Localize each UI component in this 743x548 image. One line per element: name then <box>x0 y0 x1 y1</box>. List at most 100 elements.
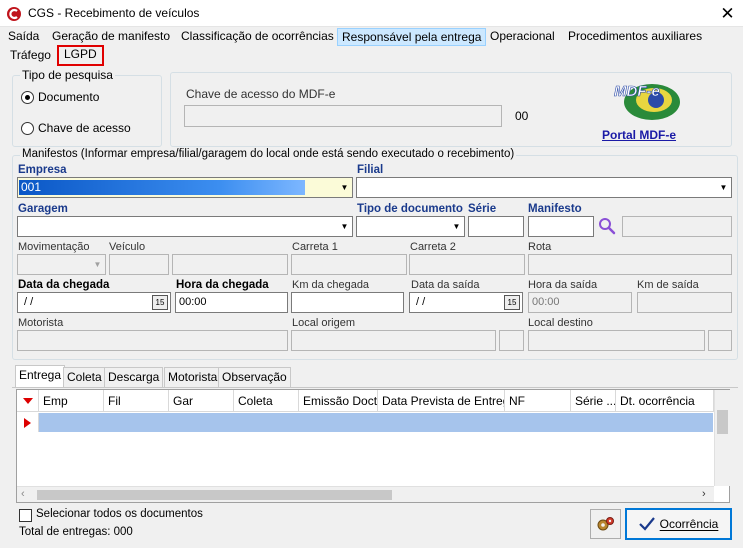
hora-chegada-input[interactable]: 00:00 <box>175 292 288 313</box>
grid-menu-icon[interactable] <box>17 390 39 412</box>
column-header[interactable]: Coleta <box>234 390 299 412</box>
chevron-down-icon[interactable]: ▼ <box>90 255 105 274</box>
calendar-icon[interactable]: 15 <box>504 295 520 310</box>
scrollbar-thumb[interactable] <box>37 490 392 500</box>
garagem-combo[interactable]: ▼ <box>17 216 353 237</box>
ocorrencia-button[interactable]: Ocorrência <box>625 508 732 540</box>
km-chegada-input[interactable] <box>291 292 404 313</box>
select-all-checkbox[interactable] <box>19 509 32 522</box>
table-row[interactable] <box>39 413 713 432</box>
tipo-documento-label: Tipo de documento <box>357 203 463 215</box>
column-header[interactable]: Data Prevista de Entrega <box>378 390 505 412</box>
scroll-left-icon[interactable]: ‹ <box>21 488 25 500</box>
horizontal-scrollbar[interactable]: ‹ › <box>17 486 714 502</box>
tipo-documento-combo[interactable]: ▼ <box>356 216 465 237</box>
carreta1-label: Carreta 1 <box>292 241 338 253</box>
radio-documento[interactable] <box>21 91 34 104</box>
mdfe-logo: MDF-e <box>608 78 686 122</box>
app-logo-icon <box>6 6 22 22</box>
calendar-icon[interactable]: 15 <box>152 295 168 310</box>
carreta1-input[interactable] <box>291 254 407 275</box>
movimentacao-combo[interactable]: ▼ <box>17 254 106 275</box>
chevron-down-icon[interactable]: ▼ <box>337 178 352 197</box>
data-saida-label: Data da saída <box>411 279 480 291</box>
motorista-input[interactable] <box>17 330 288 351</box>
entregas-grid[interactable]: Emp Fil Gar Coleta Emissão Docto Data Pr… <box>16 389 730 503</box>
filial-label: Filial <box>357 164 384 176</box>
search-type-legend: Tipo de pesquisa <box>20 68 115 82</box>
empresa-value: 001 <box>21 180 42 194</box>
serie-label: Série <box>468 203 497 215</box>
tab-observacao[interactable]: Observação <box>218 367 291 387</box>
menu-item-geracao-manifesto[interactable]: Geração de manifesto <box>48 28 174 46</box>
portal-mdfe-link[interactable]: Portal MDF-e <box>602 128 676 142</box>
mdfe-key-label: Chave de acesso do MDF-e <box>186 87 336 101</box>
close-icon[interactable]: ✕ <box>712 0 743 27</box>
menu-item-operacional[interactable]: Operacional <box>486 28 559 46</box>
mdfe-logo-text: MDF-e <box>614 83 660 100</box>
local-origem-label: Local origem <box>292 317 355 329</box>
tab-entrega[interactable]: Entrega <box>15 365 66 388</box>
data-saida-input[interactable]: / / 15 <box>409 292 523 313</box>
menu-item-procedimentos-auxiliares[interactable]: Procedimentos auxiliares <box>564 28 706 46</box>
tab-coleta[interactable]: Coleta <box>63 367 106 387</box>
chevron-down-icon[interactable]: ▼ <box>449 217 464 236</box>
radio-documento-label: Documento <box>38 90 100 104</box>
ocorrencia-button-label: Ocorrência <box>659 517 719 531</box>
menu-item-lgpd[interactable]: LGPD <box>57 45 104 66</box>
column-header[interactable]: Série ... <box>571 390 616 412</box>
veiculo-label: Veículo <box>109 241 146 253</box>
column-header[interactable]: Fil <box>104 390 169 412</box>
column-header[interactable]: Dt. ocorrência <box>616 390 714 412</box>
column-header[interactable]: Gar <box>169 390 234 412</box>
hora-chegada-value: 00:00 <box>179 296 207 308</box>
tab-descarga[interactable]: Descarga <box>104 367 164 387</box>
select-all-label: Selecionar todos os documentos <box>36 508 203 520</box>
carreta2-input[interactable] <box>409 254 525 275</box>
search-type-group <box>12 75 162 147</box>
km-saida-label: Km de saída <box>637 279 699 291</box>
column-header[interactable]: NF <box>505 390 571 412</box>
veiculo-description <box>172 254 288 275</box>
search-icon[interactable] <box>598 217 616 235</box>
mdfe-counter: 00 <box>515 109 529 123</box>
hora-saida-input[interactable]: 00:00 <box>528 292 632 313</box>
column-header[interactable]: Emissão Docto <box>299 390 378 412</box>
menu-item-trafego[interactable]: Tráfego <box>6 47 55 65</box>
local-destino-label: Local destino <box>528 317 593 329</box>
empresa-combo[interactable]: 001 ▼ <box>17 177 353 198</box>
data-chegada-value: / / <box>24 296 34 308</box>
data-saida-value: / / <box>416 296 426 308</box>
serie-input[interactable] <box>468 216 524 237</box>
checkmark-icon <box>638 517 655 531</box>
process-gears-button[interactable] <box>590 509 621 539</box>
vertical-scrollbar[interactable] <box>714 390 730 486</box>
veiculo-input[interactable] <box>109 254 169 275</box>
data-chegada-input[interactable]: / / 15 <box>17 292 171 313</box>
scroll-right-icon[interactable]: › <box>702 488 706 500</box>
filial-combo[interactable]: ▼ <box>356 177 732 198</box>
local-destino-input[interactable] <box>528 330 705 351</box>
chevron-down-icon[interactable]: ▼ <box>716 178 731 197</box>
manifesto-description <box>622 216 732 237</box>
menu-item-saida[interactable]: Saída <box>4 28 43 46</box>
window-title: CGS - Recebimento de veículos <box>28 6 200 20</box>
tab-motorista[interactable]: Motorista <box>164 367 222 387</box>
hora-chegada-label: Hora da chegada <box>176 279 269 291</box>
gears-icon <box>597 517 614 531</box>
scrollbar-thumb[interactable] <box>717 410 728 434</box>
tab-divider <box>12 387 738 388</box>
garagem-label: Garagem <box>18 203 68 215</box>
rota-input[interactable] <box>528 254 732 275</box>
chevron-down-icon[interactable]: ▼ <box>337 217 352 236</box>
radio-chave-acesso[interactable] <box>21 122 34 135</box>
empresa-selected-highlight <box>19 180 305 195</box>
manifesto-input[interactable] <box>528 216 594 237</box>
menu-item-classificacao-ocorrencias[interactable]: Classificação de ocorrências <box>177 28 338 46</box>
local-origem-input[interactable] <box>291 330 496 351</box>
mdfe-key-input[interactable] <box>184 105 502 127</box>
km-saida-input[interactable] <box>637 292 732 313</box>
menu-item-responsavel-entrega[interactable]: Responsável pela entrega <box>337 28 487 46</box>
km-chegada-label: Km da chegada <box>292 279 370 291</box>
column-header[interactable]: Emp <box>39 390 104 412</box>
